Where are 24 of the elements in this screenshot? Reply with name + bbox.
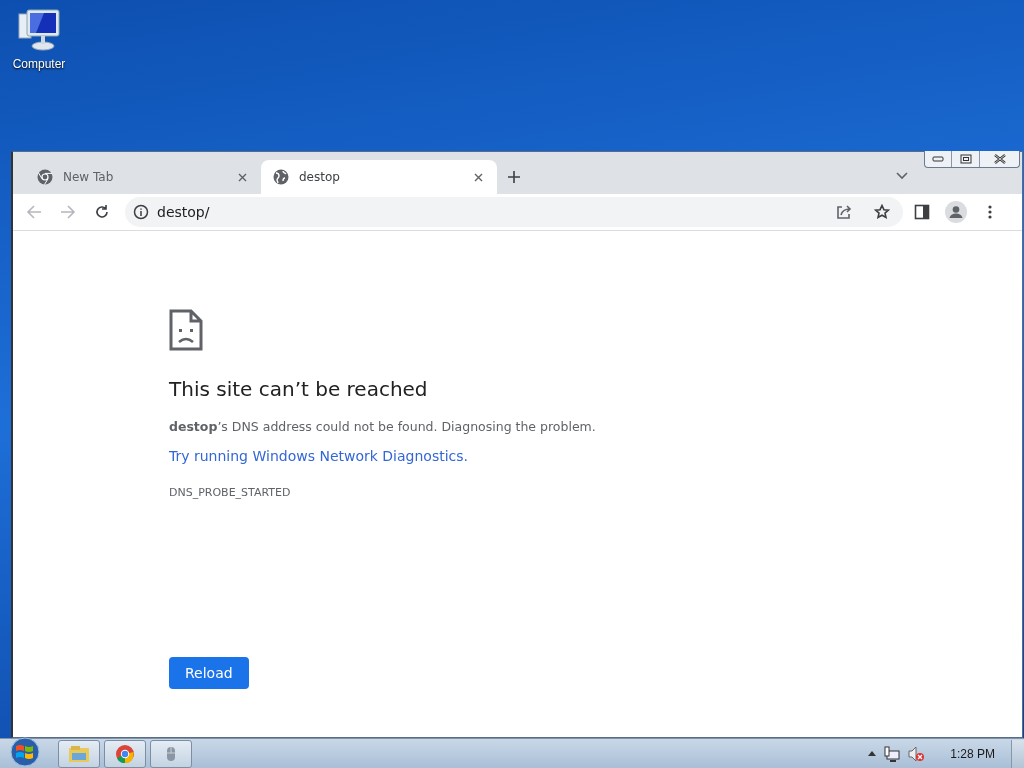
taskbar-app[interactable] [104, 739, 146, 768]
diagnostics-link[interactable]: Try running Windows Network Diagnostics. [169, 448, 468, 464]
browser-tab[interactable]: destop [261, 160, 497, 194]
browser-tab[interactable]: New Tab [25, 160, 261, 194]
error-code: DNS_PROBE_STARTED [169, 486, 291, 499]
reload-button[interactable]: Reload [169, 657, 249, 689]
show-hidden-icon[interactable] [868, 751, 877, 756]
info-icon[interactable] [133, 204, 149, 220]
chrome-icon [115, 743, 135, 764]
error-message: destop’s DNS address could not be found. Diagnosing the problem. [169, 419, 596, 434]
mouse-icon [165, 745, 177, 762]
network-icon[interactable] [884, 745, 901, 762]
folder-icon [68, 743, 90, 764]
sad-page-icon [169, 309, 203, 351]
globe-icon [273, 169, 289, 185]
taskbar-app[interactable] [58, 739, 100, 768]
clock[interactable]: 1:28 PM [950, 746, 995, 761]
volume-muted-icon[interactable] [908, 745, 925, 762]
chrome-icon [37, 169, 53, 185]
error-heading: This site can’t be reached [169, 377, 428, 401]
icon-label: Computer [12, 57, 66, 71]
address-bar[interactable]: destop/ [125, 197, 903, 227]
computer-icon[interactable] [15, 8, 63, 54]
taskbar-app[interactable] [150, 739, 192, 768]
